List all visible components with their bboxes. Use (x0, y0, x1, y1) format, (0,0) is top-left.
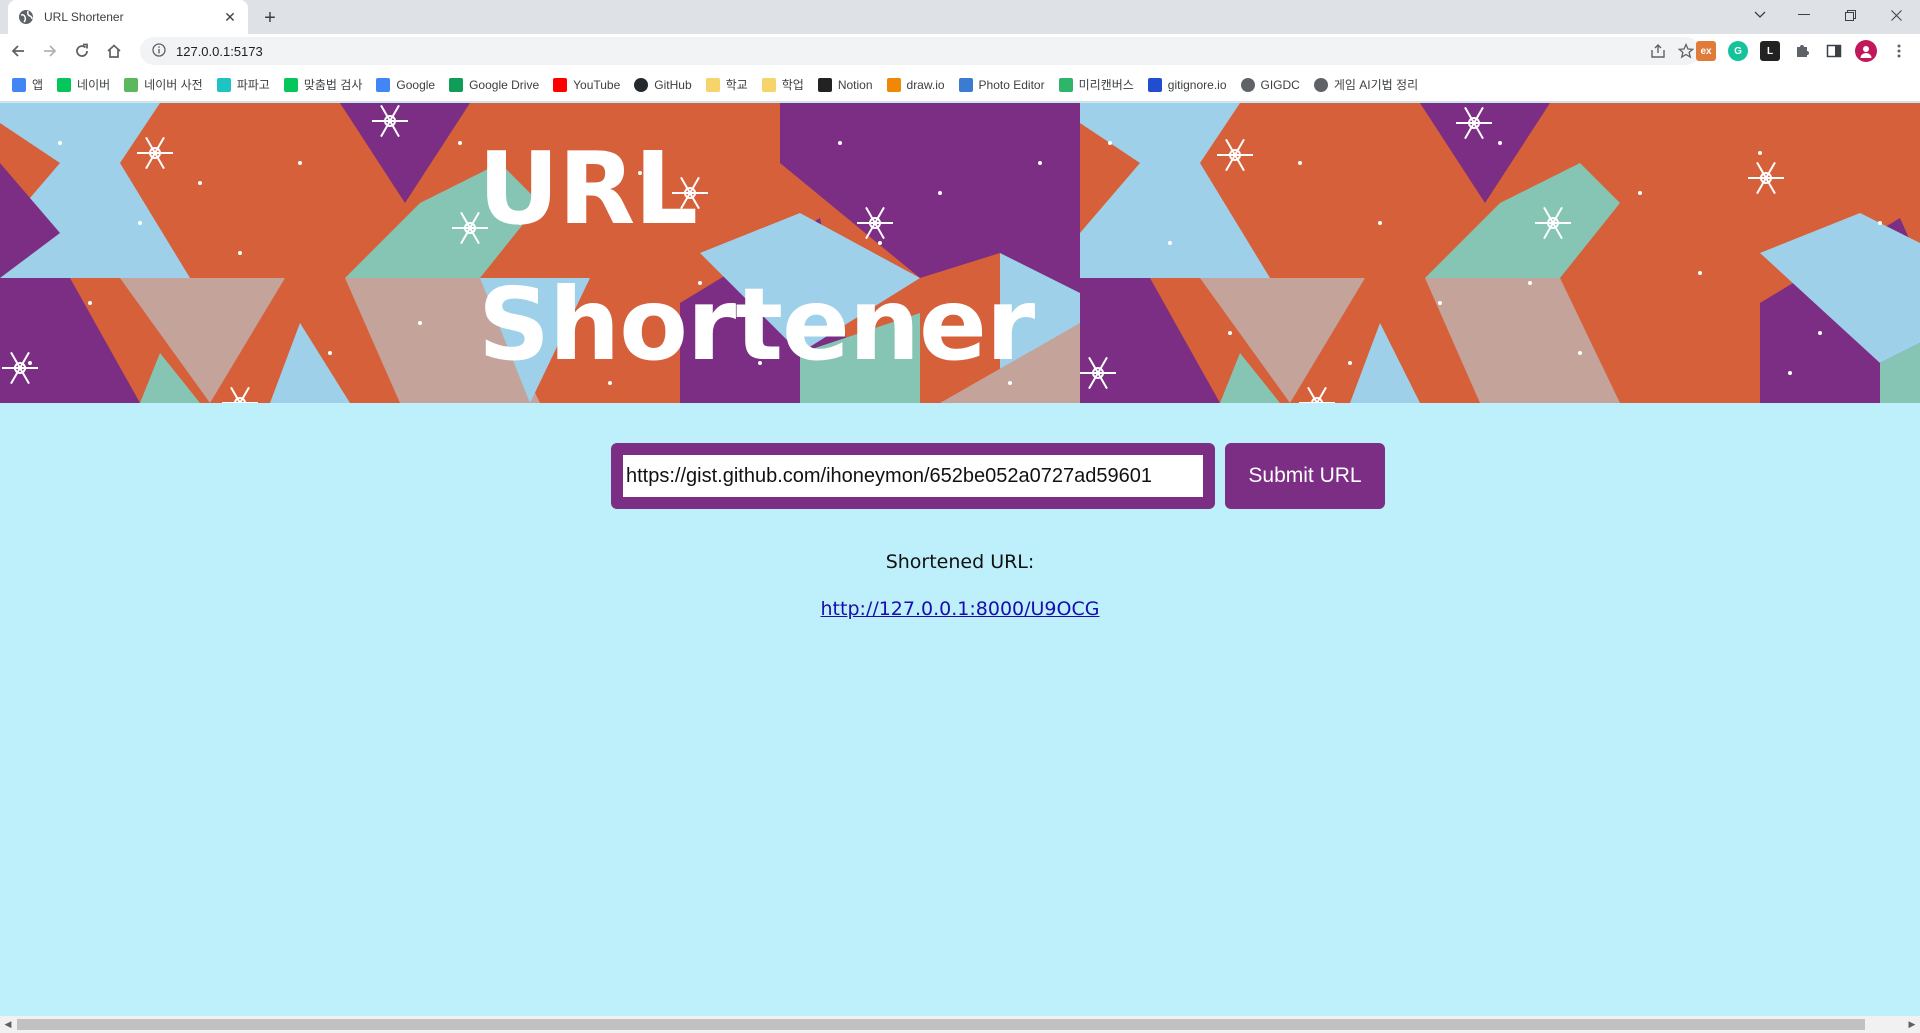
shorten-form: Submit URL (611, 443, 1385, 509)
side-panel-icon[interactable] (1824, 41, 1844, 61)
folder-icon (705, 77, 720, 92)
bookmark-item[interactable]: GitHub (634, 77, 692, 92)
bookmark-item[interactable]: 게임 AI기법 정리 (1313, 76, 1419, 93)
scrollbar-thumb[interactable] (17, 1019, 1865, 1030)
bookmark-item[interactable]: GIGDC (1240, 77, 1300, 92)
tab-title: URL Shortener (44, 10, 124, 24)
bookmark-label: Google Drive (469, 77, 540, 92)
bookmark-item[interactable]: 네이버 사전 (124, 76, 203, 93)
bookmark-label: 앱 (32, 78, 44, 92)
drawio-icon (886, 77, 901, 92)
naver-dict-icon (124, 77, 139, 92)
page-title: URL Shortener (478, 121, 1035, 393)
miricanvas-icon (1058, 77, 1073, 92)
back-icon[interactable] (4, 37, 32, 65)
globe-icon (1240, 77, 1255, 92)
extension-orange-icon[interactable]: ex (1696, 41, 1716, 61)
result-link-container: http://127.0.0.1:8000/U9OCG (0, 598, 1920, 620)
bookmark-label: gitignore.io (1167, 77, 1227, 92)
address-bar[interactable]: 127.0.0.1:5173 (140, 37, 1700, 65)
bookmark-label: Notion (837, 77, 873, 92)
url-input[interactable] (623, 455, 1203, 497)
github-icon (634, 77, 649, 92)
bookmark-item[interactable]: 파파고 (216, 76, 270, 93)
google-icon (376, 77, 391, 92)
photo-editor-icon (958, 77, 973, 92)
bookmark-label: GIGDC (1260, 77, 1300, 92)
tab-search-icon[interactable] (1740, 0, 1780, 30)
bookmark-item[interactable]: Photo Editor (958, 77, 1045, 92)
scroll-left-icon[interactable]: ◀ (2, 1019, 14, 1030)
papago-icon (216, 77, 231, 92)
browser-toolbar: 127.0.0.1:5173 ex G L (0, 34, 1920, 68)
extension-dark-icon[interactable]: L (1760, 41, 1780, 61)
bookmark-item[interactable]: 앱 (12, 76, 43, 93)
bookmark-label: Google (396, 77, 436, 92)
address-text: 127.0.0.1:5173 (176, 43, 263, 59)
new-tab-button[interactable]: + (258, 6, 282, 30)
globe-icon (1313, 77, 1328, 92)
bookmark-item[interactable]: YouTube (553, 77, 621, 92)
grammarly-icon[interactable]: G (1728, 41, 1748, 61)
title-line-shortener: Shortener (478, 266, 1035, 383)
bookmark-label: 학업 (781, 78, 804, 92)
bookmark-item[interactable]: draw.io (886, 77, 945, 92)
bookmark-label: 게임 AI기법 정리 (1333, 78, 1419, 92)
notion-icon (817, 77, 832, 92)
bookmark-label: 학교 (725, 78, 748, 92)
gitignore-icon (1147, 77, 1162, 92)
restore-icon[interactable] (1830, 0, 1870, 30)
bookmark-label: YouTube (573, 77, 621, 92)
site-info-icon[interactable] (152, 43, 168, 59)
submit-url-button[interactable]: Submit URL (1225, 443, 1385, 509)
close-tab-icon[interactable]: ✕ (222, 9, 238, 25)
bookmark-label: 파파고 (236, 78, 270, 92)
extensions-puzzle-icon[interactable] (1792, 41, 1812, 61)
minimize-icon[interactable] (1784, 0, 1824, 30)
bookmark-item[interactable]: Google (376, 77, 436, 92)
bookmark-label: 미리캔버스 (1078, 78, 1134, 92)
google-drive-icon (449, 77, 464, 92)
bookmark-item[interactable]: 학업 (761, 76, 804, 93)
profile-avatar[interactable] (1855, 40, 1877, 62)
bookmark-label: draw.io (906, 77, 945, 92)
scroll-right-icon[interactable]: ▶ (1906, 1019, 1918, 1030)
url-input-frame (611, 443, 1215, 509)
browser-tab[interactable]: URL Shortener ✕ (8, 0, 248, 34)
bookmark-item[interactable]: 네이버 (57, 76, 110, 93)
youtube-icon (553, 77, 568, 92)
bookmark-label: 네이버 (77, 78, 111, 92)
bookmarks-bar: 앱 네이버 네이버 사전 파파고 맞춤법 검사 Google Google Drive You… (0, 68, 1920, 102)
title-line-url: URL (478, 130, 698, 247)
naver-icon (57, 77, 72, 92)
close-window-icon[interactable] (1876, 0, 1916, 30)
bookmark-item[interactable]: gitignore.io (1147, 77, 1227, 92)
forward-icon[interactable] (36, 37, 64, 65)
folder-icon (761, 77, 776, 92)
share-icon[interactable] (1644, 37, 1672, 65)
bookmark-item[interactable]: 맞춤법 검사 (283, 76, 363, 93)
globe-icon (18, 9, 34, 25)
bookmark-label: 맞춤법 검사 (303, 78, 363, 92)
tab-strip: URL Shortener ✕ + (0, 0, 1920, 34)
browser-menu-icon[interactable] (1889, 41, 1909, 61)
horizontal-scrollbar[interactable]: ◀ ▶ (0, 1016, 1920, 1033)
bookmark-item[interactable]: Notion (817, 77, 873, 92)
header-banner: URL Shortener (0, 103, 1920, 403)
result-label: Shortened URL: (885, 551, 1035, 573)
bookmark-item[interactable]: 학교 (705, 76, 748, 93)
bookmark-item[interactable]: Google Drive (449, 77, 540, 92)
home-icon[interactable] (100, 37, 128, 65)
bookmark-label: GitHub (654, 77, 692, 92)
bookmark-label: 네이버 사전 (144, 78, 203, 92)
bookmark-item[interactable]: 미리캔버스 (1058, 76, 1134, 93)
naver-icon (283, 77, 298, 92)
bookmark-label: Photo Editor (978, 77, 1045, 92)
reload-icon[interactable] (68, 37, 96, 65)
apps-icon (12, 77, 26, 92)
shortened-url-link[interactable]: http://127.0.0.1:8000/U9OCG (821, 598, 1100, 620)
